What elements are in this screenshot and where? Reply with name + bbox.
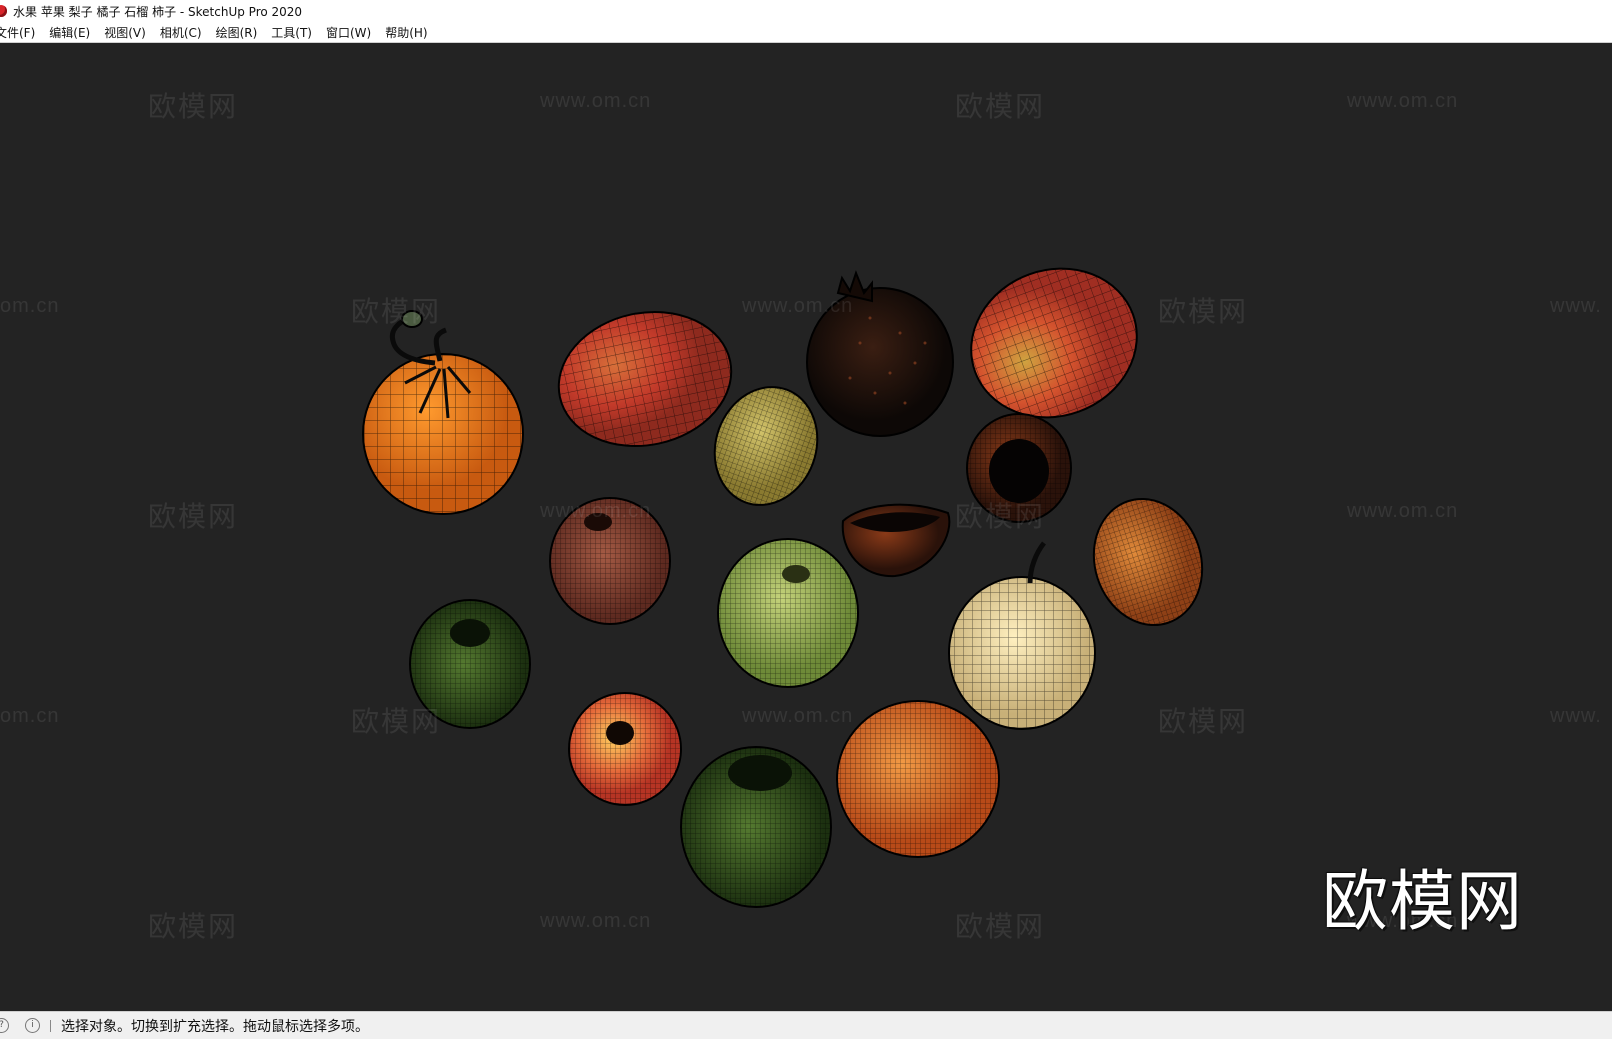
small-apple-model[interactable] <box>568 692 682 806</box>
status-bar: ? i 选择对象。切换到扩充选择。拖动鼠标选择多项。 <box>0 1011 1612 1039</box>
watermark-brand: 欧模网 <box>955 911 1046 942</box>
orange-model-2[interactable] <box>836 700 1000 858</box>
watermark-brand: 欧模网 <box>1158 296 1249 327</box>
menu-draw[interactable]: 绘图(R) <box>209 24 265 41</box>
watermark-url-partial: www. <box>1550 705 1602 727</box>
watermark-brand: 欧模网 <box>148 91 239 122</box>
menu-view[interactable]: 视图(V) <box>97 24 153 41</box>
status-divider <box>50 1019 51 1032</box>
menu-camera[interactable]: 相机(C) <box>153 24 209 41</box>
watermark-url-partial: om.cn <box>0 705 60 727</box>
orange-model[interactable] <box>362 310 524 515</box>
watermark-brand: 欧模网 <box>351 706 442 737</box>
help-icon[interactable]: ? <box>0 1018 9 1033</box>
watermark-brand: 欧模网 <box>955 91 1046 122</box>
mango-model[interactable] <box>546 296 744 461</box>
watermark-brand: 欧模网 <box>148 501 239 532</box>
pomegranate-wedge-model[interactable] <box>841 503 951 578</box>
menu-window[interactable]: 窗口(W) <box>319 24 378 41</box>
menu-bar: 文件(F) 编辑(E) 视图(V) 相机(C) 绘图(R) 工具(T) 窗口(W… <box>0 22 1612 43</box>
watermark-url: www.om.cn <box>540 910 652 932</box>
model-viewport[interactable]: 欧模网 www.om.cn 欧模网 www.om.cn om.cn 欧模网 ww… <box>0 43 1612 1011</box>
large-green-apple-model[interactable] <box>680 746 832 908</box>
watermark-url: www.om.cn <box>1347 500 1459 522</box>
pear-model[interactable] <box>948 541 1096 730</box>
watermark-brand: 欧模网 <box>148 911 239 942</box>
window-title: 水果 苹果 梨子 橘子 石榴 柿子 - SketchUp Pro 2020 <box>13 4 303 19</box>
menu-file[interactable]: 文件(F) <box>0 24 42 41</box>
menu-tools[interactable]: 工具(T) <box>264 24 319 41</box>
menu-help[interactable]: 帮助(H) <box>378 24 434 41</box>
watermark-url: www.om.cn <box>540 90 652 112</box>
watermark-url: www.om.cn <box>540 500 652 522</box>
watermark-logo: 欧模网 <box>1322 863 1523 940</box>
watermark-url-partial: www. <box>1550 295 1602 317</box>
menu-edit[interactable]: 编辑(E) <box>42 24 97 41</box>
watermark-url: www.om.cn <box>742 295 854 317</box>
watermark-url: www.om.cn <box>1347 90 1459 112</box>
mango-model-2[interactable] <box>950 246 1158 441</box>
persimmon-model[interactable] <box>1078 485 1218 639</box>
watermark-brand: 欧模网 <box>351 296 442 327</box>
watermark-brand: 欧模网 <box>1158 706 1249 737</box>
watermark-url: www.om.cn <box>742 705 854 727</box>
watermark-brand: 欧模网 <box>955 501 1046 532</box>
title-bar: 水果 苹果 梨子 橘子 石榴 柿子 - SketchUp Pro 2020 <box>0 0 1612 22</box>
green-apple-model[interactable] <box>717 538 859 688</box>
watermark-url-partial: om.cn <box>0 295 60 317</box>
status-message: 选择对象。切换到扩充选择。拖动鼠标选择多项。 <box>61 1018 369 1035</box>
info-icon[interactable]: i <box>25 1018 40 1033</box>
sketchup-logo-icon <box>0 5 7 17</box>
